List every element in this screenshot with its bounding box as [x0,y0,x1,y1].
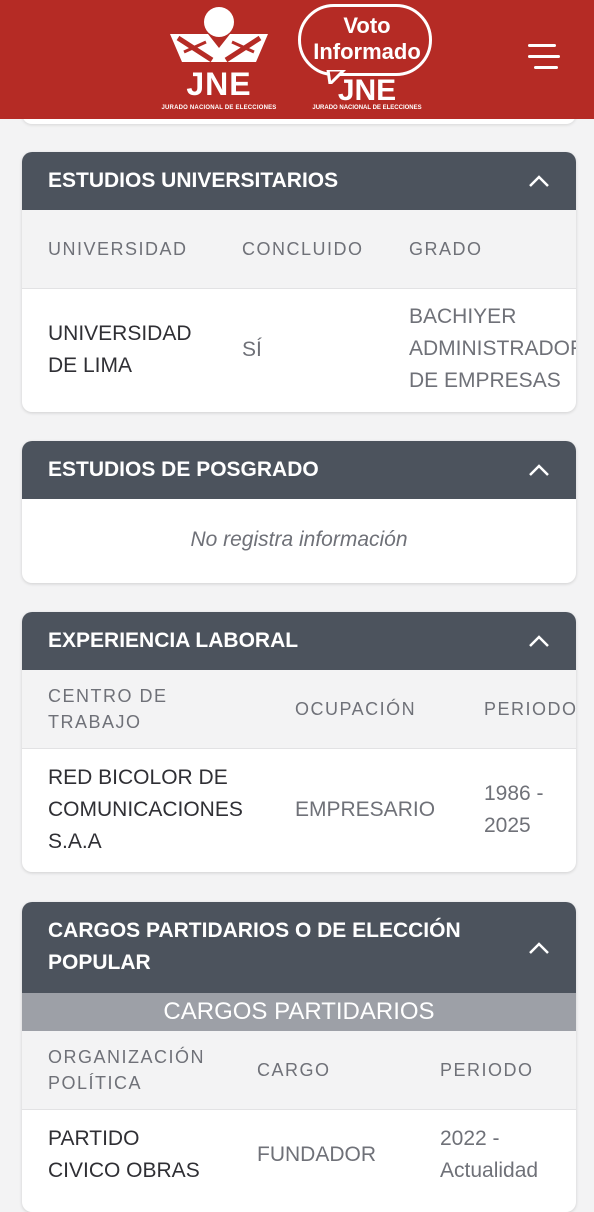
column-header-cargo: CARGO [257,1060,331,1080]
column-header-periodo: PERIODO [440,1060,534,1080]
card-title-line2: POPULAR [48,951,151,974]
chevron-up-icon[interactable] [528,634,550,648]
card-header[interactable]: EXPERIENCIA LABORAL [22,612,576,670]
column-header-periodo: PERIODO [484,699,576,719]
voto-informado-logo[interactable]: Voto Informado JNE JURADO NACIONAL DE EL… [296,4,438,114]
column-header-universidad: UNIVERSIDAD [48,239,188,259]
cell-ocupacion: EMPRESARIO [295,798,436,821]
jne-logo-text: JNE [186,66,252,102]
top-navigation-bar: JNE JURADO NACIONAL DE ELECCIONES Voto I… [0,0,594,119]
column-header-organizacion-line1: ORGANIZACIÓN [48,1047,206,1067]
card-experiencia-laboral: EXPERIENCIA LABORAL CENTRO DE TRABAJO OC… [22,612,576,872]
cell-periodo-line1: 2022 - [440,1127,500,1150]
cell-grado-line3: DE EMPRESAS [409,369,561,392]
column-header-grado: GRADO [409,239,483,259]
column-header-concluido: CONCLUIDO [242,239,364,259]
cell-concluido: SÍ [242,338,262,361]
cell-organizacion-line2: CIVICO OBRAS [48,1159,200,1182]
chevron-up-icon[interactable] [528,463,550,477]
card-title-line1: CARGOS PARTIDARIOS O DE ELECCIÓN [48,919,461,942]
card-estudios-universitarios: ESTUDIOS UNIVERSITARIOS UNIVERSIDAD CONC… [22,152,576,412]
column-header-centro-line1: CENTRO DE [48,686,168,706]
cell-centro-line2: COMUNICACIONES [48,798,243,821]
card-header[interactable]: ESTUDIOS DE POSGRADO [22,441,576,499]
informado-text: Informado [313,39,421,64]
voto-jne-subtext: JURADO NACIONAL DE ELECCIONES [312,105,422,111]
subsection-header: CARGOS PARTIDARIOS [22,993,576,1031]
card-cargos-partidarios: CARGOS PARTIDARIOS O DE ELECCIÓN POPULAR… [22,902,576,1212]
cell-grado-line2: ADMINISTRADOR [409,337,576,360]
card-header[interactable]: CARGOS PARTIDARIOS O DE ELECCIÓN POPULAR [22,902,576,993]
cell-periodo-line2: Actualidad [440,1159,539,1182]
column-header-organizacion-line2: POLÍTICA [48,1073,143,1093]
voto-text: Voto [343,13,391,38]
card-title: EXPERIENCIA LABORAL [48,629,299,652]
empty-state-text: No registra información [190,528,408,551]
table-header: CENTRO DE TRABAJO OCUPACIÓN PERIODO [22,670,576,749]
cell-centro-line1: RED BICOLOR DE [48,766,228,789]
voto-jne-text: JNE [337,74,397,107]
cell-universidad-line1: UNIVERSIDAD [48,322,192,345]
column-header-ocupacion: OCUPACIÓN [295,699,417,719]
cell-organizacion-line1: PARTIDO [48,1127,140,1150]
table-header: UNIVERSIDAD CONCLUIDO GRADO [22,210,576,289]
card-header[interactable]: ESTUDIOS UNIVERSITARIOS [22,152,576,210]
column-header-centro-line2: TRABAJO [48,712,142,732]
jne-emblem-icon [170,7,268,63]
cell-universidad-line2: DE LIMA [48,354,133,377]
chevron-up-icon[interactable] [528,174,550,188]
hamburger-menu-icon[interactable] [528,44,560,72]
table-header: ORGANIZACIÓN POLÍTICA CARGO PERIODO [22,1031,576,1110]
jne-logo-subtext: JURADO NACIONAL DE ELECCIONES [161,105,277,111]
card-title: ESTUDIOS UNIVERSITARIOS [48,169,339,192]
card-title: ESTUDIOS DE POSGRADO [48,458,319,481]
cell-periodo-line2: 2025 [484,814,531,837]
cell-centro-line3: S.A.A [48,830,102,853]
cell-periodo-line1: 1986 - [484,782,544,805]
cell-cargo: FUNDADOR [257,1143,376,1166]
jne-logo[interactable]: JNE JURADO NACIONAL DE ELECCIONES [160,4,278,114]
chevron-up-icon[interactable] [528,941,550,955]
cell-grado-line1: BACHIYER [409,305,517,328]
card-estudios-posgrado: ESTUDIOS DE POSGRADO No registra informa… [22,441,576,583]
